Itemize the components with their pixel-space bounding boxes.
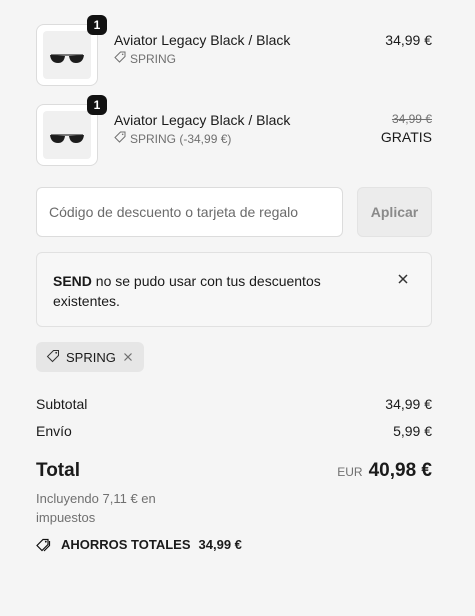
- item-price: GRATIS: [380, 129, 432, 145]
- subtotal-value: 34,99 €: [385, 396, 432, 412]
- applied-discount-chip: SPRING: [36, 342, 144, 372]
- subtotal-label: Subtotal: [36, 396, 88, 412]
- shipping-label: Envío: [36, 423, 72, 439]
- tags-icon: [36, 538, 53, 552]
- alert-message: SEND no se pudo usar con tus descuentos …: [53, 271, 353, 311]
- tag-icon: [114, 131, 126, 146]
- line-item: 1 Aviator Legacy Black / Black SPRING 34…: [36, 15, 432, 86]
- original-price: 34,99 €: [391, 112, 432, 126]
- total-value: 40,98 €: [368, 460, 432, 481]
- item-discount: SPRING: [114, 51, 176, 66]
- tax-note: Incluyendo 7,11 € en impuestos: [36, 491, 156, 525]
- product-title: Aviator Legacy Black / Black: [114, 32, 291, 48]
- subtotal-row: Subtotal 34,99 €: [36, 396, 432, 412]
- total-amount-group: EUR 40,98 €: [337, 460, 432, 482]
- apply-button[interactable]: Aplicar: [357, 187, 432, 237]
- tag-icon: [114, 51, 126, 66]
- shipping-value: 5,99 €: [393, 423, 432, 439]
- close-icon[interactable]: [122, 351, 134, 363]
- product-thumbnail: 1: [36, 15, 107, 86]
- close-icon[interactable]: [395, 271, 411, 287]
- currency-code: EUR: [337, 465, 363, 479]
- product-thumbnail: 1: [36, 95, 107, 166]
- product-title: Aviator Legacy Black / Black: [114, 112, 291, 128]
- shipping-row: Envío 5,99 €: [36, 423, 432, 439]
- savings-value: 34,99 €: [198, 537, 242, 552]
- discount-label: SPRING (-34,99 €): [130, 131, 232, 146]
- aviator-sunglasses-image: [43, 31, 91, 79]
- applied-code-label: SPRING: [66, 349, 116, 365]
- discount-form: Aplicar: [36, 187, 432, 237]
- aviator-sunglasses-image: [43, 111, 91, 159]
- quantity-badge: 1: [87, 15, 107, 35]
- item-price: 34,99 €: [385, 32, 432, 48]
- item-discount: SPRING (-34,99 €): [114, 131, 231, 146]
- item-price-block: 34,99 € GRATIS: [381, 112, 432, 145]
- total-row: Total EUR 40,98 €: [36, 460, 432, 482]
- savings-label: AHORROS TOTALES: [61, 537, 191, 552]
- quantity-badge: 1: [87, 95, 107, 115]
- tag-icon: [46, 349, 60, 366]
- line-item: 1 Aviator Legacy Black / Black SPRING (-…: [36, 95, 432, 166]
- discount-error-alert: SEND no se pudo usar con tus descuentos …: [36, 252, 432, 327]
- total-label: Total: [36, 460, 80, 481]
- alert-text: no se pudo usar con tus descuentos exist…: [53, 273, 321, 309]
- alert-code: SEND: [53, 273, 92, 289]
- discount-code-input[interactable]: [36, 187, 343, 237]
- discount-label: SPRING: [130, 51, 177, 66]
- total-savings: AHORROS TOTALES 34,99 €: [36, 537, 242, 552]
